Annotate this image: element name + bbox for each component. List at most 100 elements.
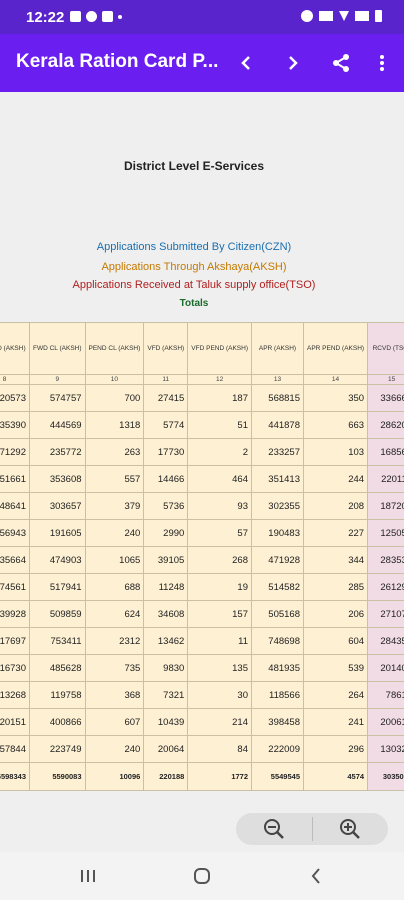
column-header: VFD PEND (AKSH) bbox=[187, 322, 252, 375]
table-cell: 240 bbox=[84, 519, 145, 547]
table-cell: 93 bbox=[187, 492, 252, 520]
table-row: 3566447490310653910526847192834428353728… bbox=[0, 546, 404, 574]
column-header: APR (AKSH) bbox=[251, 322, 304, 375]
total-cell: 5590083 bbox=[29, 762, 86, 791]
table-row: 2015140086660710439214398458241200612198… bbox=[0, 708, 404, 736]
table-cell: 51661 bbox=[0, 465, 30, 493]
table-cell: 574757 bbox=[29, 384, 86, 412]
table-cell: 302355 bbox=[251, 492, 304, 520]
column-number: 12 bbox=[187, 374, 252, 385]
app-icon bbox=[102, 11, 113, 22]
total-cell: 5549545 bbox=[251, 762, 304, 791]
column-number: 8 bbox=[0, 374, 30, 385]
home-button[interactable] bbox=[182, 864, 222, 888]
table-row: 7129223577226317730223325710316856216709… bbox=[0, 438, 404, 466]
overflow-menu-button[interactable] bbox=[365, 46, 399, 80]
table-cell: 157 bbox=[187, 600, 252, 628]
total-cell: 220188 bbox=[143, 762, 189, 791]
table-cell: 74561 bbox=[0, 573, 30, 601]
table-cell: 557 bbox=[84, 465, 145, 493]
column-number: 15 bbox=[367, 374, 404, 385]
table-row: 1769775341123121346211748698604284359280… bbox=[0, 627, 404, 655]
table-cell: 2 bbox=[187, 438, 252, 466]
table-cell: 13268 bbox=[0, 681, 30, 709]
column-header: RCVD (TSO) bbox=[367, 322, 404, 375]
table-cell: 261290 bbox=[367, 573, 404, 601]
table-cell: 118566 bbox=[251, 681, 304, 709]
column-number: 10 bbox=[84, 374, 145, 385]
table-cell: 471928 bbox=[251, 546, 304, 574]
back-icon bbox=[311, 868, 320, 884]
back-button[interactable] bbox=[229, 46, 263, 80]
more-notifications-icon bbox=[118, 15, 122, 19]
table-cell: 71292 bbox=[0, 438, 30, 466]
table-header-row: RCVD (AKSH)FWD CL (AKSH)PEND CL (AKSH)VF… bbox=[0, 322, 404, 375]
table-cell: 34608 bbox=[143, 600, 189, 628]
share-icon bbox=[333, 54, 349, 72]
column-number: 13 bbox=[251, 374, 304, 385]
column-header: VFD (AKSH) bbox=[143, 322, 189, 375]
table-cell: 350 bbox=[302, 384, 369, 412]
web-content[interactable]: District Level E-Services Applications S… bbox=[0, 92, 404, 852]
table-cell: 264 bbox=[302, 681, 369, 709]
table-cell: 56943 bbox=[0, 519, 30, 547]
table-cell: 5774 bbox=[143, 411, 189, 439]
forward-button[interactable] bbox=[276, 46, 310, 80]
column-number: 14 bbox=[302, 374, 369, 385]
table-cell: 35664 bbox=[0, 546, 30, 574]
table-cell: 119758 bbox=[29, 681, 86, 709]
legend-czn: Applications Submitted By Citizen(CZN) bbox=[96, 241, 292, 253]
table-cell: 353608 bbox=[29, 465, 86, 493]
table-cell: 17697 bbox=[0, 627, 30, 655]
table-cell: 505168 bbox=[251, 600, 304, 628]
table-totals-row: 5598343559008310096220188177255495454574… bbox=[0, 762, 404, 791]
table-cell: 481935 bbox=[251, 654, 304, 682]
table-cell: 607 bbox=[84, 708, 145, 736]
column-number: 9 bbox=[29, 374, 86, 385]
table-cell: 2990 bbox=[143, 519, 189, 547]
table-cell: 1065 bbox=[84, 546, 145, 574]
legend-totals: Totals bbox=[179, 298, 209, 309]
data-table: RCVD (AKSH)FWD CL (AKSH)PEND CL (AKSH)VF… bbox=[0, 322, 404, 791]
table-cell: 39928 bbox=[0, 600, 30, 628]
table-cell: 444569 bbox=[29, 411, 86, 439]
nav-back-button[interactable] bbox=[296, 864, 336, 888]
signal-icon-2 bbox=[355, 11, 369, 21]
share-button[interactable] bbox=[324, 46, 358, 80]
table-cell: 735 bbox=[84, 654, 145, 682]
table-cell: 84 bbox=[187, 735, 252, 763]
total-cell: 3035029 bbox=[367, 762, 404, 791]
legend-tso: Applications Received at Taluk supply of… bbox=[72, 279, 316, 291]
table-cell: 223749 bbox=[29, 735, 86, 763]
table-cell: 271074 bbox=[367, 600, 404, 628]
table-column-number-row: 891011121314151617 bbox=[0, 374, 404, 385]
chevron-right-icon bbox=[289, 56, 298, 70]
table-cell: 35390 bbox=[0, 411, 30, 439]
table-cell: 20151 bbox=[0, 708, 30, 736]
table-cell: 48641 bbox=[0, 492, 30, 520]
legend-aksh: Applications Through Akshaya(AKSH) bbox=[101, 261, 287, 273]
table-cell: 9830 bbox=[143, 654, 189, 682]
table-cell: 130326 bbox=[367, 735, 404, 763]
column-header: APR PEND (AKSH) bbox=[302, 322, 369, 375]
app-bar: Kerala Ration Card P... bbox=[0, 34, 404, 92]
table-cell: 11 bbox=[187, 627, 252, 655]
table-cell: 11248 bbox=[143, 573, 189, 601]
app-title: Kerala Ration Card P... bbox=[16, 51, 219, 72]
zoom-in-button[interactable] bbox=[313, 813, 389, 845]
recents-icon bbox=[81, 870, 95, 882]
column-header: PEND CL (AKSH) bbox=[84, 322, 145, 375]
table-cell: 19 bbox=[187, 573, 252, 601]
table-row: 3992850985962434608157505168206271074267… bbox=[0, 600, 404, 628]
table-cell: 303657 bbox=[29, 492, 86, 520]
table-cell: 517941 bbox=[29, 573, 86, 601]
table-cell: 220114 bbox=[367, 465, 404, 493]
table-cell: 568815 bbox=[251, 384, 304, 412]
zoom-out-icon bbox=[263, 819, 284, 839]
data-table-container[interactable]: RCVD (AKSH)FWD CL (AKSH)PEND CL (AKSH)VF… bbox=[0, 322, 404, 792]
table-cell: 379 bbox=[84, 492, 145, 520]
table-row: 5166135360855714466464351413244220114218… bbox=[0, 465, 404, 493]
recents-button[interactable] bbox=[68, 864, 108, 888]
table-cell: 241 bbox=[302, 708, 369, 736]
zoom-out-button[interactable] bbox=[236, 813, 312, 845]
